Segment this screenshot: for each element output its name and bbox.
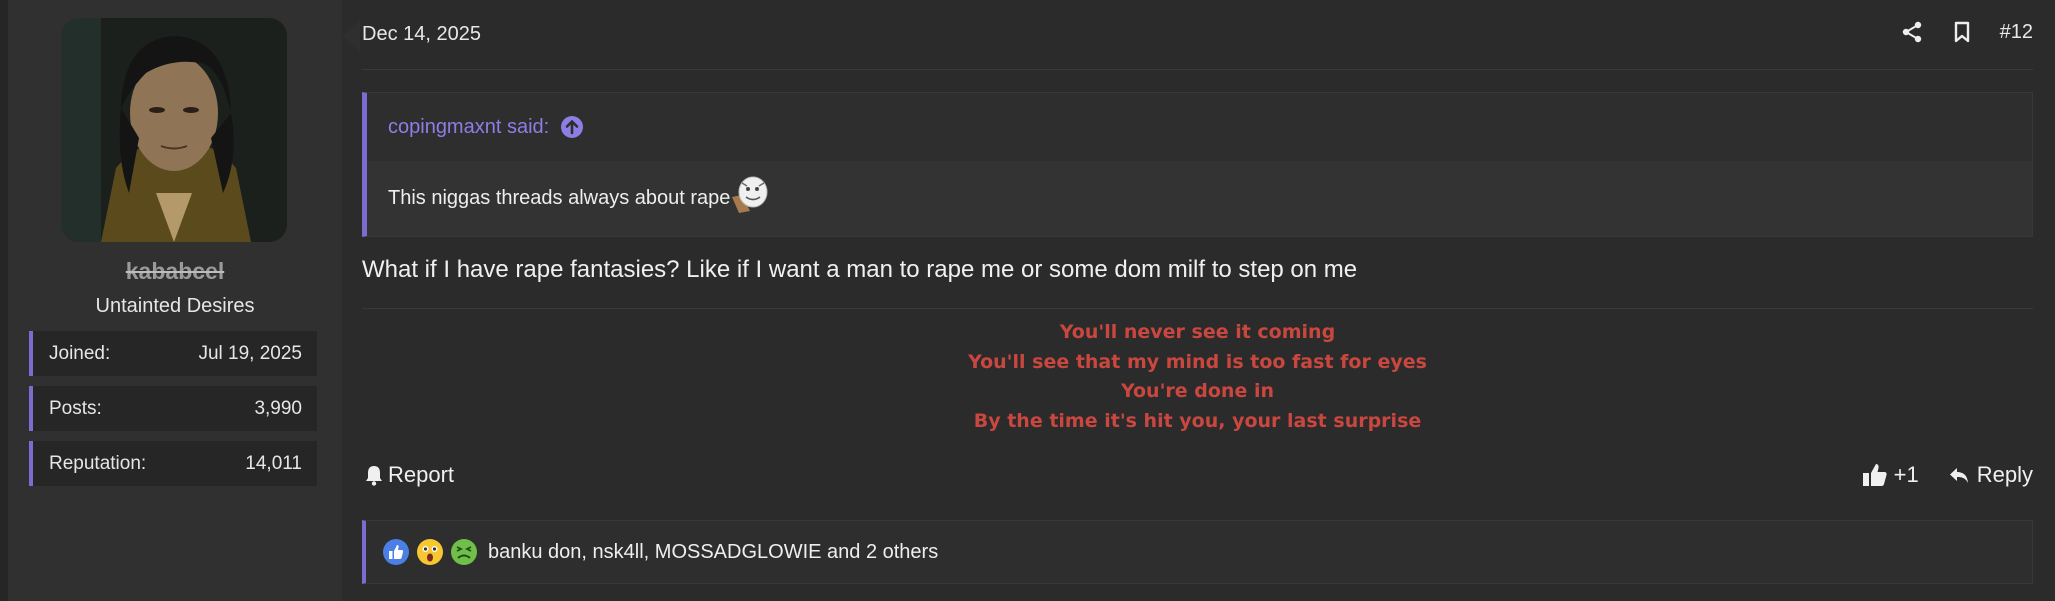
signature-divider [362,308,2033,309]
quote-body: This niggas threads always about rape [367,161,2032,236]
sick-reaction-icon [450,538,478,566]
stat-label: Reputation: [49,452,147,474]
quote-text: This niggas threads always about rape [388,187,731,209]
thumbs-up-icon [1862,462,1888,488]
like-button[interactable]: +1 [1862,462,1919,488]
reactions-bar[interactable]: banku don, nsk4ll, MOSSADGLOWIE and 2 ot… [362,520,2033,584]
stat-posts: Posts: 3,990 [29,386,317,431]
share-icon[interactable] [1900,20,1924,44]
report-label: Report [388,462,455,487]
user-info-panel: kababcel Untainted Desires Joined: Jul 1… [8,0,342,601]
quote-author[interactable]: copingmaxnt said: [388,116,549,139]
post-message: What if I have rape fantasies? Like if I… [362,256,1358,283]
stat-value: 14,011 [245,452,302,474]
signature-line: You'll see that my mind is too fast for … [968,350,1427,373]
reply-label: Reply [1976,462,2033,487]
avatar-portrait [61,18,287,242]
shocked-reaction-icon [416,538,444,566]
user-title: Untainted Desires [95,295,255,317]
avatar[interactable] [61,18,287,242]
stat-reputation: Reputation: 14,011 [29,441,317,486]
smiley-face-icon [730,175,768,215]
post-top-actions: #12 [1900,20,2033,44]
signature-line: You'll never see it coming [1059,321,1336,343]
stat-value: 3,990 [254,397,302,419]
quote-header[interactable]: copingmaxnt said: [367,93,2032,161]
bell-icon [364,464,384,486]
username[interactable]: kababcel [8,258,342,285]
report-button[interactable]: Report [364,462,454,488]
bookmark-icon[interactable] [1950,20,1974,44]
post-date[interactable]: Dec 14, 2025 [362,23,481,46]
post-number-link[interactable]: #12 [2000,21,2033,44]
like-count: +1 [1893,462,1919,487]
post-bottom-actions: +1 Reply [1862,462,2033,488]
quote-block: copingmaxnt said: This niggas threads al… [362,92,2033,237]
go-to-quote-icon[interactable] [560,115,584,139]
header-divider [362,69,2033,70]
reaction-users-list[interactable]: banku don, nsk4ll, MOSSADGLOWIE and 2 ot… [488,541,938,564]
stat-label: Joined: [49,342,111,364]
page-left-edge [0,0,8,601]
stat-value: Jul 19, 2025 [198,342,302,364]
reply-button[interactable]: Reply [1947,462,2033,488]
signature-line: By the time it's hit you, your last surp… [973,409,1422,432]
post-content: Dec 14, 2025 #12 copingmaxnt said: This … [342,0,2055,601]
signature-line: You're done in [1120,380,1274,402]
stat-joined: Joined: Jul 19, 2025 [29,331,317,376]
signature: You'll never see it coming You'll see th… [362,318,2033,436]
stat-label: Posts: [49,397,102,419]
like-reaction-icon [382,538,410,566]
reply-arrow-icon [1947,463,1971,487]
